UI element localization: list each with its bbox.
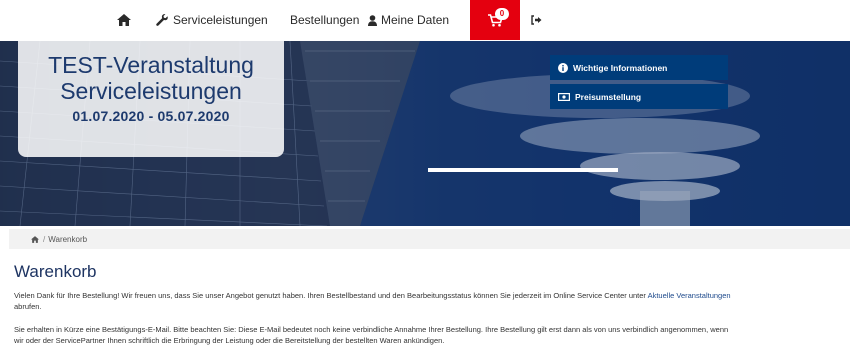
- thank-you-text-end: abrufen.: [14, 302, 42, 311]
- page-title: Warenkorb: [14, 262, 97, 281]
- wrench-icon: [156, 14, 168, 26]
- hero-divider-bar: [428, 168, 618, 172]
- nav-logout[interactable]: [531, 0, 542, 40]
- event-title: TEST-Veranstaltung: [48, 52, 254, 78]
- logout-icon: [531, 15, 542, 25]
- event-dates: 01.07.2020 - 05.07.2020: [72, 108, 230, 124]
- money-icon: [558, 92, 570, 101]
- price-change-label: Preisumstellung: [575, 91, 642, 102]
- breadcrumb: / Warenkorb: [9, 229, 850, 249]
- current-events-link[interactable]: Aktuelle Veranstaltungen: [648, 291, 731, 300]
- cart-count-badge: 0: [495, 8, 509, 20]
- nav-services-label: Serviceleistungen: [173, 13, 268, 27]
- thank-you-text: Vielen Dank für Ihre Bestellung! Wir fre…: [14, 291, 648, 300]
- nav-services[interactable]: Serviceleistungen: [156, 0, 268, 40]
- home-icon: [117, 14, 131, 26]
- confirmation-paragraph: Sie erhalten in Kürze eine Bestätigungs-…: [14, 325, 729, 345]
- event-title-box: TEST-Veranstaltung Serviceleistungen 01.…: [18, 41, 284, 157]
- top-navigation: Serviceleistungen Bestellungen Meine Dat…: [0, 0, 850, 40]
- nav-mydata[interactable]: Meine Daten: [368, 0, 449, 40]
- nav-orders-label: Bestellungen: [290, 13, 360, 27]
- price-change-button[interactable]: Preisumstellung: [550, 84, 728, 109]
- nav-orders[interactable]: Bestellungen: [290, 0, 359, 40]
- user-icon: [368, 14, 377, 26]
- info-icon: [558, 62, 568, 73]
- thank-you-paragraph: Vielen Dank für Ihre Bestellung! Wir fre…: [14, 290, 734, 312]
- breadcrumb-current: Warenkorb: [48, 234, 88, 244]
- important-info-label: Wichtige Informationen: [573, 62, 668, 73]
- important-info-button[interactable]: Wichtige Informationen: [550, 55, 728, 80]
- nav-home[interactable]: [117, 0, 131, 40]
- home-icon[interactable]: [31, 235, 39, 243]
- nav-mydata-label: Meine Daten: [381, 13, 450, 27]
- event-subtitle: Serviceleistungen: [60, 78, 242, 104]
- hero-banner: TEST-Veranstaltung Serviceleistungen 01.…: [0, 41, 850, 226]
- breadcrumb-separator: /: [43, 234, 46, 244]
- nav-cart[interactable]: 0: [470, 0, 520, 40]
